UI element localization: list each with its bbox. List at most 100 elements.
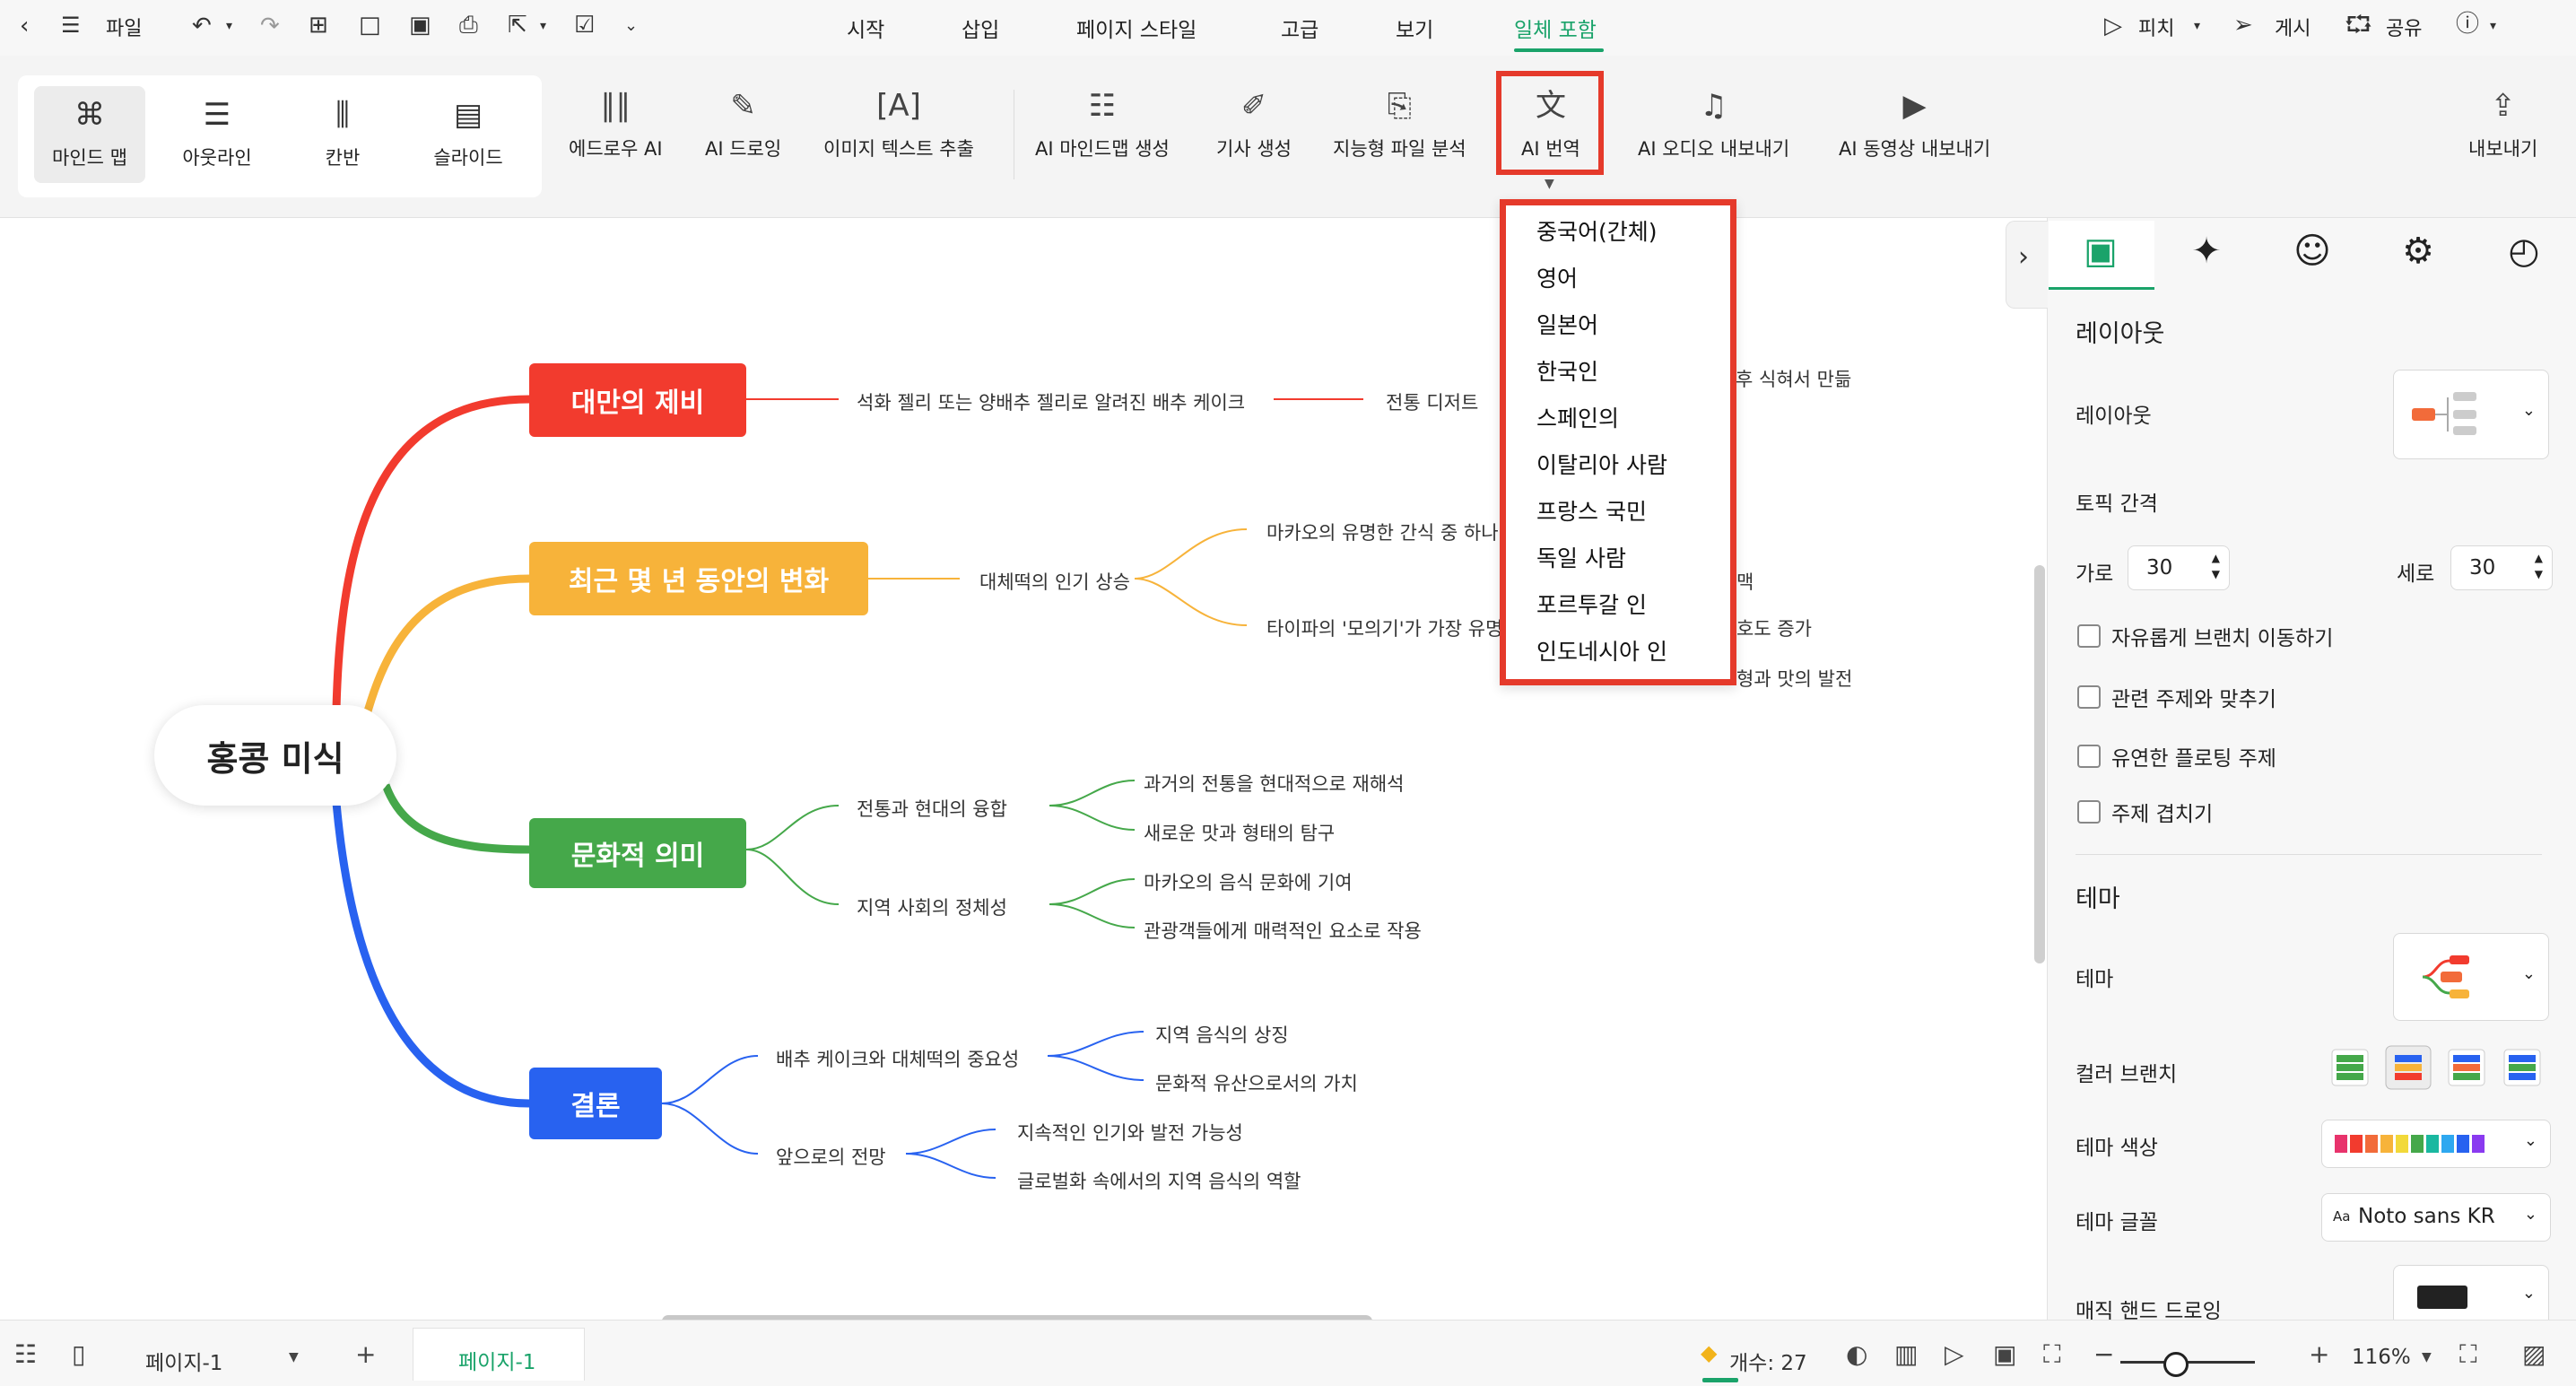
leaf-topic[interactable]: 타이파의 '모의기'가 가장 유명: [1266, 615, 1502, 641]
lang-japanese[interactable]: 일본어: [1536, 308, 1598, 340]
leaf-topic[interactable]: 관광객들에게 매력적인 요소로 작용: [1144, 917, 1422, 944]
sticker-tab-icon[interactable]: ☺: [2285, 224, 2339, 278]
export-icon[interactable]: ⇱: [508, 13, 527, 37]
leaf-topic[interactable]: 마카오의 음식 문화에 기여: [1144, 868, 1353, 895]
image-text-extract-button[interactable]: [A] 이미지 텍스트 추출: [823, 86, 974, 161]
save-icon[interactable]: ▣: [409, 13, 431, 37]
leaf-topic[interactable]: 지역 음식의 상징: [1155, 1021, 1289, 1048]
export-dropdown-icon[interactable]: ▾: [540, 20, 546, 32]
menu-icon[interactable]: ☰: [61, 14, 81, 36]
stepper-icon[interactable]: ▲ ▼: [2212, 550, 2220, 582]
panel-toggle-icon[interactable]: ▨: [2522, 1342, 2546, 1367]
tab-view[interactable]: 보기: [1396, 13, 1433, 43]
lang-spanish[interactable]: 스페인의: [1536, 401, 1619, 433]
page-selector[interactable]: 페이지-1: [145, 1346, 222, 1376]
subtopic[interactable]: 지역 사회의 정체성: [857, 893, 1007, 920]
tab-page-style[interactable]: 페이지 스타일: [1076, 13, 1197, 43]
pitch-dropdown-icon[interactable]: ▾: [2194, 20, 2200, 32]
open-folder-icon[interactable]: □: [359, 13, 381, 37]
leaf-topic[interactable]: 지속적인 인기와 발전 가능성: [1017, 1119, 1243, 1146]
leaf-topic[interactable]: 맥: [1736, 568, 1754, 595]
publish-icon[interactable]: ➢: [2233, 13, 2253, 37]
color-branch-options[interactable]: [2328, 1042, 2551, 1093]
topic-overlap-checkbox[interactable]: [2077, 800, 2101, 824]
publish-button[interactable]: 게시: [2275, 13, 2311, 41]
subtopic[interactable]: 석화 젤리 또는 양배추 젤리로 알려진 배추 케이크: [857, 388, 1245, 415]
zoom-in-icon[interactable]: +: [2309, 1342, 2329, 1367]
subtopic[interactable]: 후 식혀서 만듦: [1736, 365, 1851, 392]
theme-font-select[interactable]: Aa Noto sans KR ⌄: [2321, 1193, 2551, 1242]
ai-video-export-button[interactable]: ▶ AI 동영상 내보내기: [1839, 86, 1990, 161]
topic-conclusion[interactable]: 결론: [529, 1068, 662, 1139]
smart-file-analysis-button[interactable]: ⎘ 지능형 파일 분석: [1333, 86, 1466, 161]
subtopic[interactable]: 전통 디저트: [1386, 388, 1478, 415]
redo-icon[interactable]: ↷: [260, 14, 280, 38]
subtopic[interactable]: 전통과 현대의 융합: [857, 795, 1007, 822]
ai-style-tab-icon[interactable]: ✦: [2180, 224, 2233, 278]
theme-select[interactable]: ⌄: [2393, 933, 2549, 1021]
chevron-right-icon[interactable]: ›: [2018, 244, 2029, 271]
view-kanban-button[interactable]: ⫼ 칸반: [287, 86, 398, 183]
play-icon[interactable]: ▷: [1945, 1342, 1964, 1367]
zoom-out-icon[interactable]: −: [2093, 1342, 2114, 1367]
print-icon[interactable]: ⎙: [459, 13, 478, 37]
translate-dropdown-icon[interactable]: ▼: [1545, 178, 1554, 190]
back-icon[interactable]: ‹: [20, 14, 29, 38]
zoom-slider-handle[interactable]: [2163, 1352, 2189, 1377]
undo-dropdown-icon[interactable]: ▾: [226, 20, 232, 32]
tab-start[interactable]: 시작: [847, 13, 884, 43]
share-icon[interactable]: ⮔: [2345, 13, 2372, 37]
book-icon[interactable]: ▥: [1894, 1342, 1918, 1367]
share-button[interactable]: 공유: [2386, 13, 2422, 41]
layout-tab-icon[interactable]: ▣: [2074, 224, 2128, 278]
tab-ai[interactable]: 일체 포함: [1514, 13, 1597, 43]
subtopic[interactable]: 대체떡의 인기 상승: [979, 568, 1130, 595]
lang-french[interactable]: 프랑스 국민: [1536, 494, 1647, 527]
lang-italian[interactable]: 이탈리아 사람: [1536, 448, 1667, 480]
lang-portuguese[interactable]: 포르투갈 인: [1536, 588, 1647, 620]
central-topic[interactable]: 홍콩 미식: [154, 705, 396, 806]
theme-color-select[interactable]: ⌄: [2321, 1120, 2551, 1168]
zoom-dropdown-icon[interactable]: ▼: [2422, 1351, 2432, 1364]
more-icon[interactable]: ⌄: [624, 18, 638, 34]
fit-page-icon[interactable]: ▣: [1993, 1342, 2016, 1367]
subtopic[interactable]: 앞으로의 전망: [776, 1143, 886, 1170]
view-mindmap-button[interactable]: ⌘ 마인드 맵: [34, 86, 145, 183]
lang-chinese-simplified[interactable]: 중국어(간체): [1536, 214, 1658, 247]
task-icon[interactable]: ☑: [574, 13, 595, 37]
free-branch-checkbox[interactable]: [2077, 624, 2101, 648]
zoom-level[interactable]: 116%: [2352, 1346, 2411, 1369]
flexible-floating-checkbox[interactable]: [2077, 745, 2101, 768]
page-tab[interactable]: 페이지-1: [413, 1328, 585, 1381]
leaf-topic[interactable]: 호도 증가: [1736, 615, 1812, 641]
pitch-button[interactable]: 피치: [2138, 13, 2174, 41]
map-location-icon[interactable]: ☷: [14, 1342, 37, 1367]
pitch-icon[interactable]: ▷: [2104, 14, 2122, 38]
vertical-spacing-input[interactable]: 30 ▲ ▼: [2450, 545, 2553, 590]
leaf-topic[interactable]: 형과 맛의 발전: [1736, 665, 1852, 692]
undo-icon[interactable]: ↶: [192, 14, 212, 38]
leaf-topic[interactable]: 마카오의 유명한 간식 중 하나: [1266, 519, 1499, 545]
fullscreen-fit-icon[interactable]: ⛶: [2043, 1342, 2061, 1367]
subtopic[interactable]: 배추 케이크와 대체떡의 중요성: [776, 1045, 1019, 1072]
ai-drawing-button[interactable]: ✎ AI 드로잉: [705, 86, 781, 161]
leaf-topic[interactable]: 문화적 유산으로서의 가치: [1155, 1069, 1358, 1096]
leaf-topic[interactable]: 글로벌화 속에서의 지역 음식의 역할: [1017, 1167, 1301, 1194]
add-page-icon[interactable]: +: [355, 1342, 376, 1367]
fullscreen-icon[interactable]: ⛶: [2459, 1342, 2477, 1367]
stepper-icon[interactable]: ▲ ▼: [2535, 550, 2543, 582]
page-dropdown-icon[interactable]: ▼: [289, 1351, 299, 1364]
file-menu[interactable]: 파일: [106, 13, 142, 41]
topic-recent-changes[interactable]: 최근 몇 년 동안의 변화: [529, 542, 868, 615]
lang-indonesian[interactable]: 인도네시아 인: [1536, 634, 1667, 667]
help-dropdown-icon[interactable]: ▾: [2490, 20, 2496, 32]
focus-icon[interactable]: ◐: [1846, 1342, 1867, 1367]
align-related-checkbox[interactable]: [2077, 685, 2101, 709]
hand-drawing-select[interactable]: ⌄: [2393, 1265, 2549, 1326]
leaf-topic[interactable]: 새로운 맛과 형태의 탐구: [1144, 819, 1335, 846]
article-generate-button[interactable]: ✐ 기사 생성: [1216, 86, 1292, 161]
horizontal-spacing-input[interactable]: 30 ▲ ▼: [2128, 545, 2230, 590]
layout-select[interactable]: ⌄: [2393, 370, 2549, 459]
topic-taiwan[interactable]: 대만의 제비: [529, 363, 746, 437]
help-icon[interactable]: ⓘ: [2456, 13, 2479, 36]
